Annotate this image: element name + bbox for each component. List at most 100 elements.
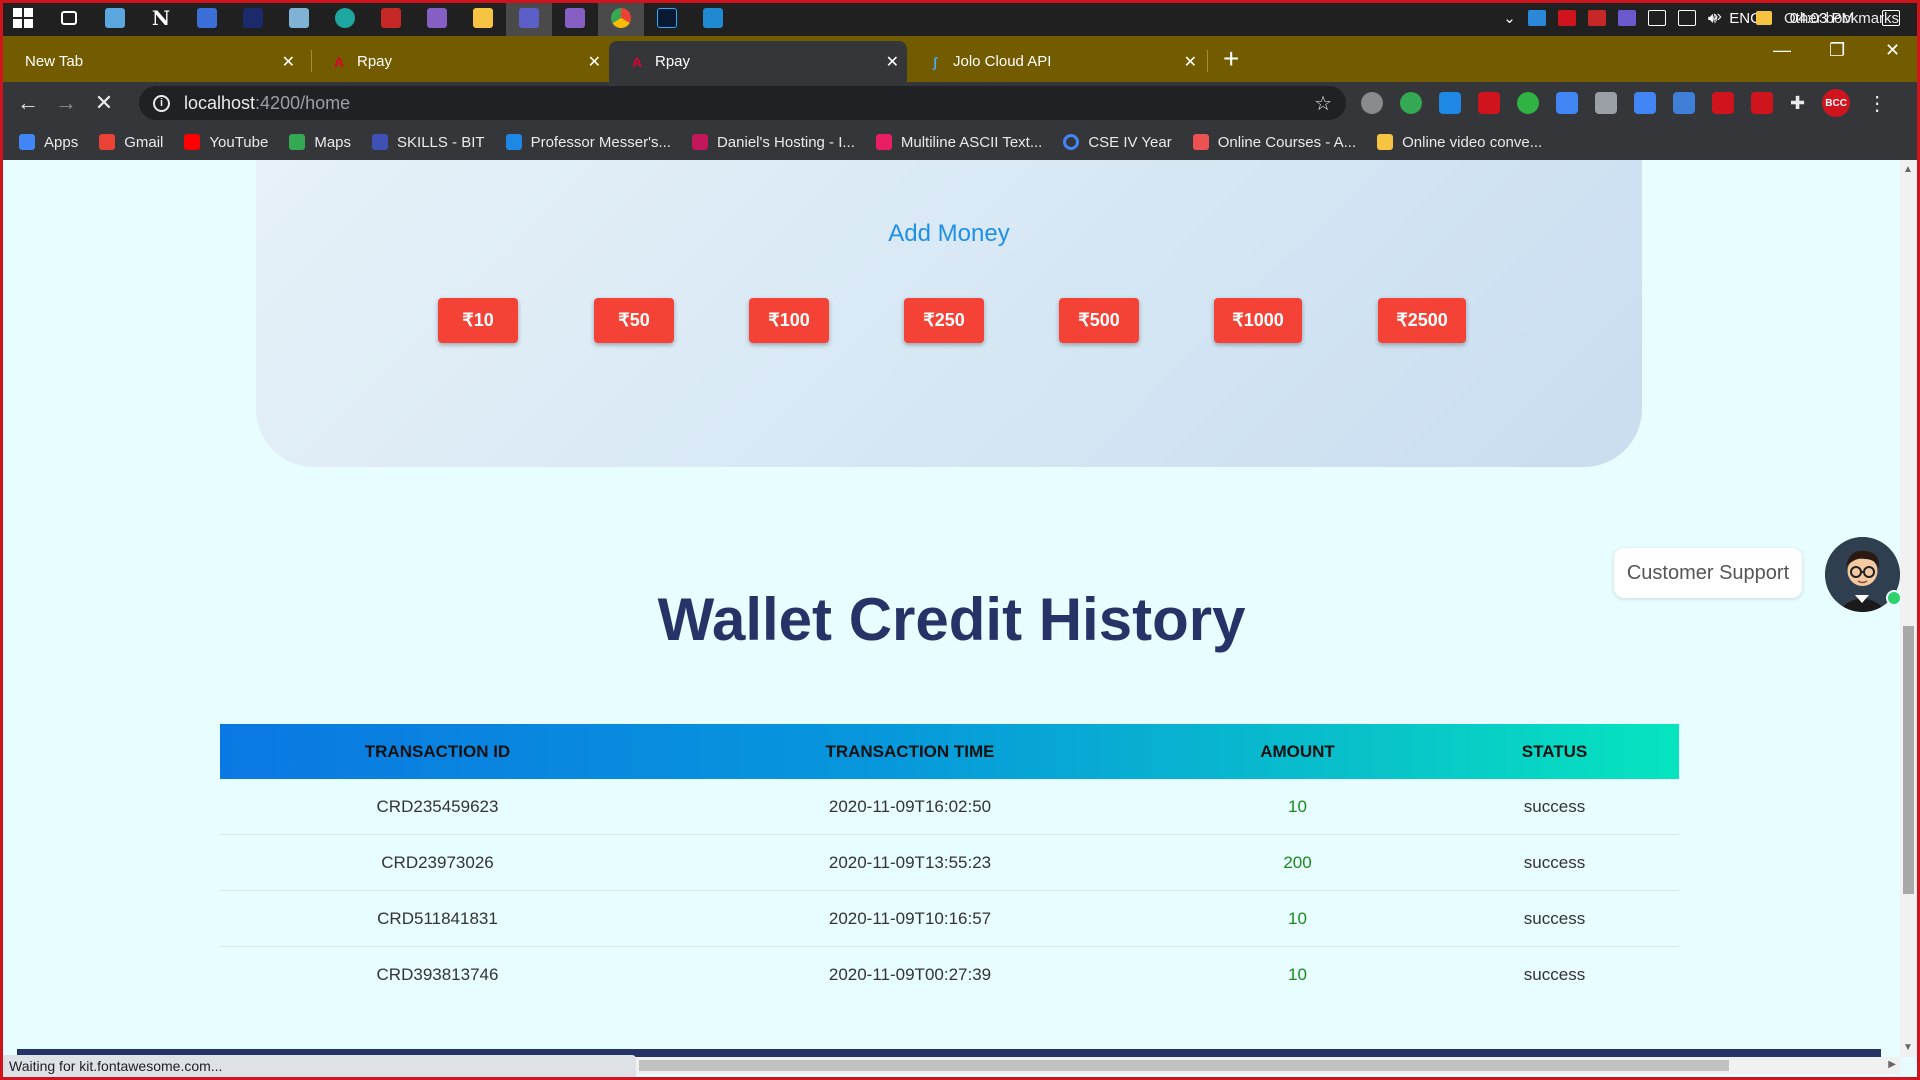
amount-button-250[interactable]: ₹250 [904,298,984,343]
bookmarks-overflow-button[interactable]: » [1713,8,1722,26]
bookmark-item[interactable]: Online Courses - A... [1192,134,1356,151]
tab-rpay-active[interactable]: A Rpay ✕ [609,41,907,82]
extension-icon[interactable] [1361,92,1383,114]
blackberry-icon[interactable] [230,0,276,36]
back-arrow-icon[interactable]: ← [9,90,47,116]
app-tray-icon[interactable] [1557,10,1576,26]
transaction-status: success [1523,965,1586,984]
scrollbar-thumb[interactable] [639,1060,1729,1071]
extension-icon[interactable] [1400,92,1422,114]
bookmarks-bar: Apps Gmail YouTube Maps SKILLS - BIT Professo… [3,124,1917,160]
new-tab-button[interactable]: + [1223,45,1239,73]
app-tray-icon[interactable] [1587,10,1606,26]
extension-icon[interactable] [1556,92,1578,114]
extension-icon[interactable] [1634,92,1656,114]
minimize-button[interactable]: — [1773,40,1791,61]
add-money-card: Add Money ₹10 ₹50 ₹100 ₹250 ₹500 ₹1000 ₹… [256,160,1642,467]
transaction-id: CRD23973026 [381,852,494,872]
transaction-id: CRD393813746 [376,965,499,984]
tab-new-tab[interactable]: New Tab ✕ [5,41,303,82]
tab-jolo-cloud-api[interactable]: ʃ Jolo Cloud API ✕ [907,41,1205,82]
edge-icon[interactable] [322,0,368,36]
bookmark-item[interactable]: Maps [289,134,351,151]
task-view-icon[interactable] [46,0,92,36]
table-row: CRD235459623 2020-11-09T16:02:50 10 succ… [220,779,1679,835]
scroll-up-arrow-icon[interactable]: ▲ [1903,164,1913,175]
vscode-icon[interactable] [690,0,736,36]
teams-icon[interactable] [506,0,552,36]
bookmark-item[interactable]: Multiline ASCII Text... [875,133,1043,151]
amount-button-1000[interactable]: ₹1000 [1214,298,1302,343]
amount-button-10[interactable]: ₹10 [438,298,518,343]
calculator-icon[interactable] [92,0,138,36]
bookmark-item[interactable]: Daniel's Hosting - I... [691,134,855,151]
stop-loading-icon[interactable]: ✕ [85,90,123,116]
bookmark-item[interactable]: YouTube [184,134,268,151]
chevron-up-icon[interactable]: ⌄ [1503,9,1516,27]
amount-button-50[interactable]: ₹50 [594,298,674,343]
close-icon[interactable]: ✕ [1184,52,1197,72]
close-icon[interactable]: ✕ [886,52,899,72]
extension-icon[interactable] [1517,92,1539,114]
gmail-icon [99,134,116,150]
app-icon[interactable] [368,0,414,36]
bookmark-item[interactable]: Gmail [99,134,163,151]
network-icon[interactable] [1677,10,1696,26]
column-header: STATUS [1521,741,1588,761]
puzzle-extensions-icon[interactable]: ✚ [1790,93,1805,114]
extension-icon[interactable] [1478,92,1500,114]
bookmark-label: YouTube [209,133,269,151]
google-icon [1063,134,1080,150]
notion-icon[interactable]: N [138,0,184,36]
menu-dots-icon[interactable]: ⋮ [1867,91,1887,116]
photos-icon[interactable] [276,0,322,36]
profile-avatar[interactable]: BCC [1822,89,1851,117]
app-icon[interactable] [184,0,230,36]
extension-icon[interactable] [1751,92,1773,114]
windows-start-icon[interactable] [0,0,46,36]
address-bar[interactable]: i localhost:4200/home ☆ [139,86,1346,120]
app-tray-icon[interactable] [1617,10,1636,26]
visual-studio-icon[interactable] [552,0,598,36]
amount-button-100[interactable]: ₹100 [749,298,829,343]
extension-icon[interactable] [1712,92,1734,114]
vertical-scrollbar[interactable]: ▲ ▼ [1900,160,1917,1057]
bookmark-star-icon[interactable]: ☆ [1314,91,1332,116]
bookmark-label: Multiline ASCII Text... [900,133,1043,151]
amount-button-500[interactable]: ₹500 [1059,298,1139,343]
onedrive-icon[interactable] [1527,10,1546,26]
bookmark-item[interactable]: Online video conve... [1377,134,1542,151]
transaction-amount: 200 [1283,852,1312,872]
forward-arrow-icon[interactable]: → [47,90,85,116]
close-icon[interactable]: ✕ [282,52,295,72]
bookmark-item[interactable]: CSE IV Year [1063,134,1172,151]
bookmark-item[interactable]: Apps [19,134,78,151]
close-window-button[interactable]: ✕ [1885,40,1900,61]
chrome-icon[interactable] [598,0,644,36]
extension-icon[interactable] [1439,92,1461,114]
converter-icon [1377,134,1394,150]
scroll-right-arrow-icon[interactable]: ▶ [1888,1059,1896,1070]
scroll-down-arrow-icon[interactable]: ▼ [1903,1042,1913,1053]
restore-button[interactable]: ❐ [1829,40,1845,61]
other-bookmarks-folder[interactable]: Other bookmarks [1756,0,1899,36]
extension-icon[interactable] [1673,92,1695,114]
site-info-icon[interactable]: i [153,94,170,112]
amount-button-2500[interactable]: ₹2500 [1378,298,1466,343]
transaction-time: 2020-11-09T13:55:23 [828,852,992,872]
battery-icon[interactable] [1647,10,1666,26]
maps-icon [289,134,306,150]
close-icon[interactable]: ✕ [588,52,601,72]
url-host: localhost [184,92,256,113]
visual-studio-icon[interactable] [414,0,460,36]
tab-rpay[interactable]: A Rpay ✕ [311,41,609,82]
file-explorer-icon[interactable] [460,0,506,36]
extension-icon[interactable] [1595,92,1617,114]
bookmark-item[interactable]: SKILLS - BIT [372,134,485,151]
udemy-icon [1192,134,1209,150]
photoshop-icon[interactable] [644,0,690,36]
tab-title: Rpay [655,53,691,70]
bookmark-item[interactable]: Professor Messer's... [505,134,671,151]
scrollbar-thumb[interactable] [1903,626,1914,894]
transaction-id: CRD235459623 [376,796,499,816]
